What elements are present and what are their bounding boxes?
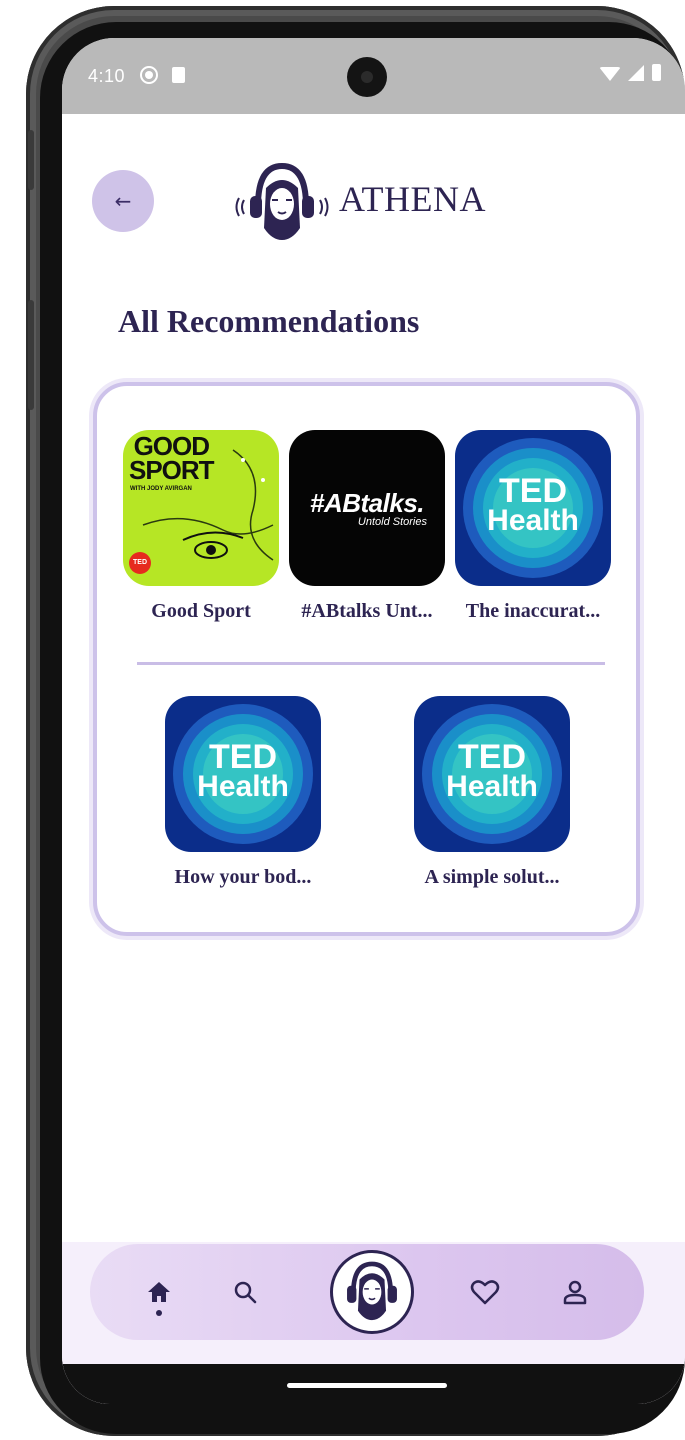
cover-line-health: Health [197, 770, 289, 803]
cover-line-ted: TED [458, 738, 526, 776]
nav-favorites[interactable] [458, 1244, 512, 1340]
item-title: The inaccurat... [465, 600, 601, 622]
sd-card-icon [172, 67, 185, 83]
cover-title: TED Health [165, 738, 321, 803]
home-indicator[interactable] [287, 1383, 447, 1388]
app-title: ATHENA [339, 179, 486, 219]
search-icon [234, 1281, 257, 1304]
cover-line-ted: TED [209, 738, 277, 776]
wifi-icon [599, 67, 621, 81]
recommendation-item[interactable]: GOOD SPORT WITH JODY AVIRGAN TED Good Spo… [121, 430, 281, 623]
home-icon [148, 1282, 170, 1302]
cover-title: TED Health [455, 472, 611, 537]
cover-line-ted: TED [499, 472, 567, 510]
recommendation-item[interactable]: TED Health A simple solut... [412, 696, 572, 889]
cover-line-health: Health [446, 770, 538, 803]
sync-status-icon [140, 66, 158, 84]
recommendations-card: GOOD SPORT WITH JODY AVIRGAN TED Good Spo… [93, 382, 640, 936]
active-indicator [156, 1310, 162, 1316]
ted-badge: TED [129, 552, 151, 574]
athena-logo-icon [347, 1261, 397, 1321]
battery-icon [652, 64, 661, 81]
status-bar: 4:10 [62, 38, 685, 114]
podcast-cover: TED Health [414, 696, 570, 852]
front-camera [347, 57, 387, 97]
app-screen: 4:10 ← ATHENA All Recommendations GOOD SP… [62, 38, 685, 1404]
cover-title: TED Health [414, 738, 570, 803]
item-title: Good Sport [151, 600, 251, 622]
nav-profile[interactable] [548, 1244, 602, 1340]
phone-side-button [28, 130, 34, 190]
item-title: How your bod... [174, 866, 312, 888]
item-title: #ABtalks Unt... [301, 600, 433, 622]
cover-subtitle: Untold Stories [357, 516, 427, 528]
cell-signal-icon [628, 65, 644, 81]
nav-search[interactable] [218, 1244, 272, 1340]
podcast-cover: TED Health [455, 430, 611, 586]
page-title: All Recommendations [118, 303, 420, 339]
recommendation-item[interactable]: TED Health How your bod... [163, 696, 323, 889]
cover-title: #ABtalks. [310, 488, 425, 518]
user-icon [563, 1280, 587, 1305]
phone-volume-button [28, 300, 34, 410]
status-time: 4:10 [88, 66, 126, 86]
podcast-cover: GOOD SPORT WITH JODY AVIRGAN TED [123, 430, 279, 586]
recommendation-item[interactable]: TED Health The inaccurat... [453, 430, 613, 623]
status-icons [599, 64, 661, 81]
arrow-left-icon: ← [114, 189, 132, 213]
recommendation-item[interactable]: #ABtalks. Untold Stories #ABtalks Unt... [287, 430, 447, 623]
bottom-nav [90, 1244, 644, 1340]
athena-logo-icon [235, 162, 329, 240]
nav-athena[interactable] [330, 1250, 414, 1334]
back-button[interactable]: ← [92, 170, 154, 232]
divider [137, 662, 605, 665]
podcast-cover: #ABtalks. Untold Stories [289, 430, 445, 586]
item-title: A simple solut... [424, 866, 560, 888]
podcast-cover: TED Health [165, 696, 321, 852]
cover-line-health: Health [487, 504, 579, 537]
nav-home[interactable] [132, 1244, 186, 1340]
heart-icon [470, 1280, 500, 1305]
